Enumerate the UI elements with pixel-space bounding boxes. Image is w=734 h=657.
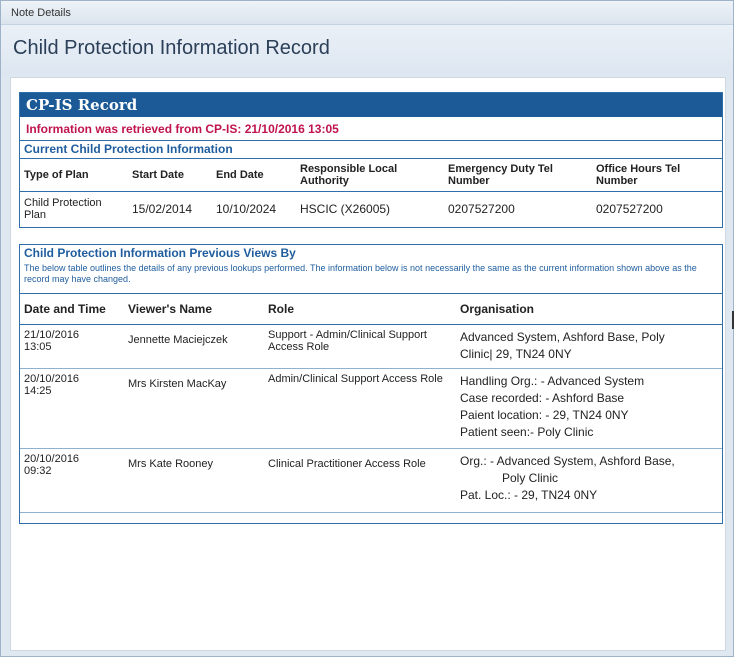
office-tel-cell: 0207527200 — [596, 202, 663, 217]
org-line: Handling Org.: - Advanced System — [460, 373, 645, 388]
view-date: 21/10/2016 — [24, 328, 80, 341]
previous-views-title: Child Protection Information Previous Vi… — [24, 246, 296, 260]
col-header: Viewer's Name — [128, 301, 213, 316]
col-header: Type of Plan — [24, 168, 89, 181]
previous-views-table: Date and Time Viewer's Name Role Organis… — [20, 294, 722, 513]
window-title: Note Details — [1, 1, 733, 25]
previous-views-panel: Child Protection Information Previous Vi… — [19, 244, 723, 524]
view-time: 09:32 — [24, 464, 52, 477]
table-row: 20/10/2016 09:32 Mrs Kate Rooney Clinica… — [20, 448, 722, 512]
emergency-tel-cell: 0207527200 — [448, 202, 515, 217]
org-line: Poly Clinic — [502, 470, 559, 485]
record-content[interactable]: CP-IS Record Information was retrieved f… — [10, 77, 726, 651]
view-date: 20/10/2016 — [24, 372, 80, 385]
page-title: Child Protection Information Record — [1, 25, 733, 75]
org-line: Pat. Loc.: - 29, TN24 0NY — [460, 487, 598, 502]
type-of-plan-cell: Child Protection Plan — [24, 197, 102, 222]
view-date: 20/10/2016 — [24, 452, 80, 465]
viewer-cell: Mrs Kate Rooney — [128, 457, 213, 470]
current-cp-info-title: Current Child Protection Information — [20, 141, 722, 159]
col-header: Role — [268, 301, 295, 316]
date-time-cell: 20/10/2016 14:25 — [20, 368, 124, 448]
role-cell: Support - Admin/Clinical Support Access … — [268, 328, 427, 353]
date-time-cell: 21/10/2016 13:05 — [20, 324, 124, 368]
previous-views-description: The below table outlines the details of … — [20, 262, 722, 294]
col-header: Organisation — [460, 301, 535, 316]
retrieved-info: Information was retrieved from CP-IS: 21… — [20, 117, 722, 141]
organisation-cell: Handling Org.: - Advanced System Case re… — [456, 368, 722, 448]
org-line: Advanced System, Ashford Base, Poly — [460, 329, 665, 344]
authority-cell: HSCIC (X26005) — [300, 202, 391, 217]
col-header: Start Date — [132, 168, 184, 181]
viewer-cell: Mrs Kirsten MacKay — [128, 377, 227, 390]
table-row: Child Protection Plan 15/02/2014 10/10/2… — [20, 191, 722, 227]
table-header-row: Date and Time Viewer's Name Role Organis… — [20, 294, 722, 324]
role-cell: Clinical Practitioner Access Role — [268, 457, 426, 470]
role-cell: Admin/Clinical Support Access Role — [268, 372, 443, 385]
cp-is-record-panel: CP-IS Record Information was retrieved f… — [19, 92, 723, 228]
viewer-cell: Jennette Maciejczek — [128, 333, 228, 346]
view-time: 13:05 — [24, 340, 52, 353]
current-cp-table: Type of Plan Start Date End Date Respons… — [20, 159, 722, 227]
col-header: Date and Time — [24, 301, 106, 316]
org-line: Clinic| 29, TN24 0NY — [460, 346, 572, 361]
col-header: Office Hours Tel Number — [596, 162, 681, 187]
table-row: 21/10/2016 13:05 Jennette Maciejczek Sup… — [20, 324, 722, 368]
note-details-window: Note Details Child Protection Informatio… — [0, 0, 734, 657]
organisation-cell: Org.: - Advanced System, Ashford Base, P… — [456, 448, 722, 512]
start-date-cell: 15/02/2014 — [132, 202, 193, 217]
org-line: Org.: - Advanced System, Ashford Base, — [460, 453, 675, 468]
col-header: Responsible Local Authority — [300, 162, 398, 187]
table-header-row: Type of Plan Start Date End Date Respons… — [20, 159, 722, 191]
date-time-cell: 20/10/2016 09:32 — [20, 448, 124, 512]
organisation-cell: Advanced System, Ashford Base, Poly Clin… — [456, 324, 722, 368]
org-line: Patient seen:- Poly Clinic — [460, 424, 594, 439]
cp-is-record-heading: CP-IS Record — [20, 93, 722, 117]
col-header: End Date — [216, 168, 264, 181]
view-time: 14:25 — [24, 384, 52, 397]
org-line: Paient location: - 29, TN24 0NY — [460, 407, 629, 422]
end-date-cell: 10/10/2024 — [216, 202, 277, 217]
org-line: Case recorded: - Ashford Base — [460, 390, 625, 405]
table-row: 20/10/2016 14:25 Mrs Kirsten MacKay Admi… — [20, 368, 722, 448]
col-header: Emergency Duty Tel Number — [448, 162, 553, 187]
